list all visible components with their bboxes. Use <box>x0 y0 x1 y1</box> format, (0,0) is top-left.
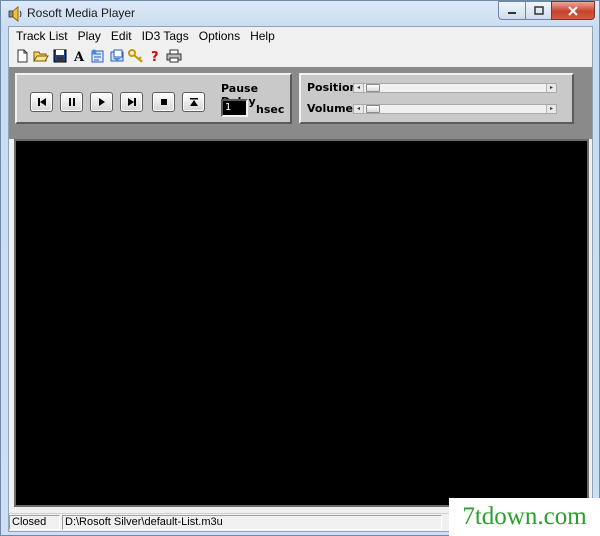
volume-slider-left-arrow[interactable]: ◂ <box>354 105 364 113</box>
menu-track-list[interactable]: Track List <box>11 27 73 45</box>
save-icon[interactable] <box>50 47 69 65</box>
menu-options[interactable]: Options <box>194 27 245 45</box>
volume-slider[interactable]: ◂ ▸ <box>353 104 557 114</box>
new-file-icon[interactable] <box>12 47 31 65</box>
svg-text:?: ? <box>151 50 159 63</box>
menu-play[interactable]: Play <box>73 27 106 45</box>
minimize-icon <box>508 11 516 14</box>
volume-slider-right-arrow[interactable]: ▸ <box>546 105 556 113</box>
menu-help[interactable]: Help <box>245 27 280 45</box>
close-button[interactable] <box>551 1 595 20</box>
window-title: Rosoft Media Player <box>27 6 136 20</box>
minimize-button[interactable] <box>498 1 525 20</box>
position-slider-thumb[interactable] <box>366 84 380 92</box>
status-state: Closed <box>9 515 60 530</box>
position-slider[interactable]: ◂ ▸ <box>353 83 557 93</box>
position-slider-right-arrow[interactable]: ▸ <box>546 84 556 92</box>
watermark-text: 7tdown.com <box>449 498 600 536</box>
client-area: Track List Play Edit ID3 Tags Options He… <box>8 26 593 532</box>
transport-panel: Pause Delay 1 hsec <box>15 73 292 124</box>
edit-tags-icon[interactable] <box>88 47 107 65</box>
eject-icon <box>189 98 198 106</box>
app-window: Rosoft Media Player Track List Play Edit… <box>0 0 600 536</box>
menu-bar: Track List Play Edit ID3 Tags Options He… <box>9 27 592 45</box>
title-bar[interactable]: Rosoft Media Player <box>1 1 599 27</box>
next-track-icon <box>127 98 136 106</box>
toolbar: A ? <box>9 46 592 66</box>
play-icon <box>98 98 105 106</box>
slider-panel: Position ◂ ▸ Volume ◂ ▸ <box>299 73 574 124</box>
status-playlist-path: D:\Rosoft Silver\default-List.m3u <box>62 515 442 530</box>
keys-icon[interactable] <box>126 47 145 65</box>
svg-text:A: A <box>73 50 85 63</box>
stop-icon <box>160 99 167 105</box>
play-button[interactable] <box>90 92 113 112</box>
maximize-button[interactable] <box>525 1 551 20</box>
close-icon <box>568 5 578 16</box>
speaker-icon[interactable] <box>7 6 23 22</box>
font-icon[interactable]: A <box>69 47 88 65</box>
open-folder-icon[interactable] <box>31 47 50 65</box>
pause-delay-input[interactable]: 1 <box>221 99 248 117</box>
position-slider-left-arrow[interactable]: ◂ <box>354 84 364 92</box>
volume-label: Volume <box>307 102 353 115</box>
pause-button[interactable] <box>60 92 83 112</box>
menu-id3-tags[interactable]: ID3 Tags <box>137 27 194 45</box>
position-label: Position <box>307 81 358 94</box>
control-panel-area: Pause Delay 1 hsec Position ◂ ▸ Volume ◂… <box>9 67 592 139</box>
next-track-button[interactable] <box>120 92 143 112</box>
menu-edit[interactable]: Edit <box>106 27 137 45</box>
print-icon[interactable] <box>164 47 183 65</box>
help-icon[interactable]: ? <box>145 47 164 65</box>
maximize-icon <box>533 6 544 15</box>
pause-delay-unit: hsec <box>256 103 285 116</box>
pause-icon <box>68 98 75 106</box>
export-icon[interactable] <box>107 47 126 65</box>
stop-button[interactable] <box>152 92 175 112</box>
previous-track-icon <box>37 98 46 106</box>
previous-track-button[interactable] <box>30 92 53 112</box>
visualization-display[interactable] <box>14 139 589 507</box>
volume-slider-thumb[interactable] <box>366 105 380 113</box>
eject-button[interactable] <box>182 92 205 112</box>
caption-buttons <box>498 1 595 20</box>
